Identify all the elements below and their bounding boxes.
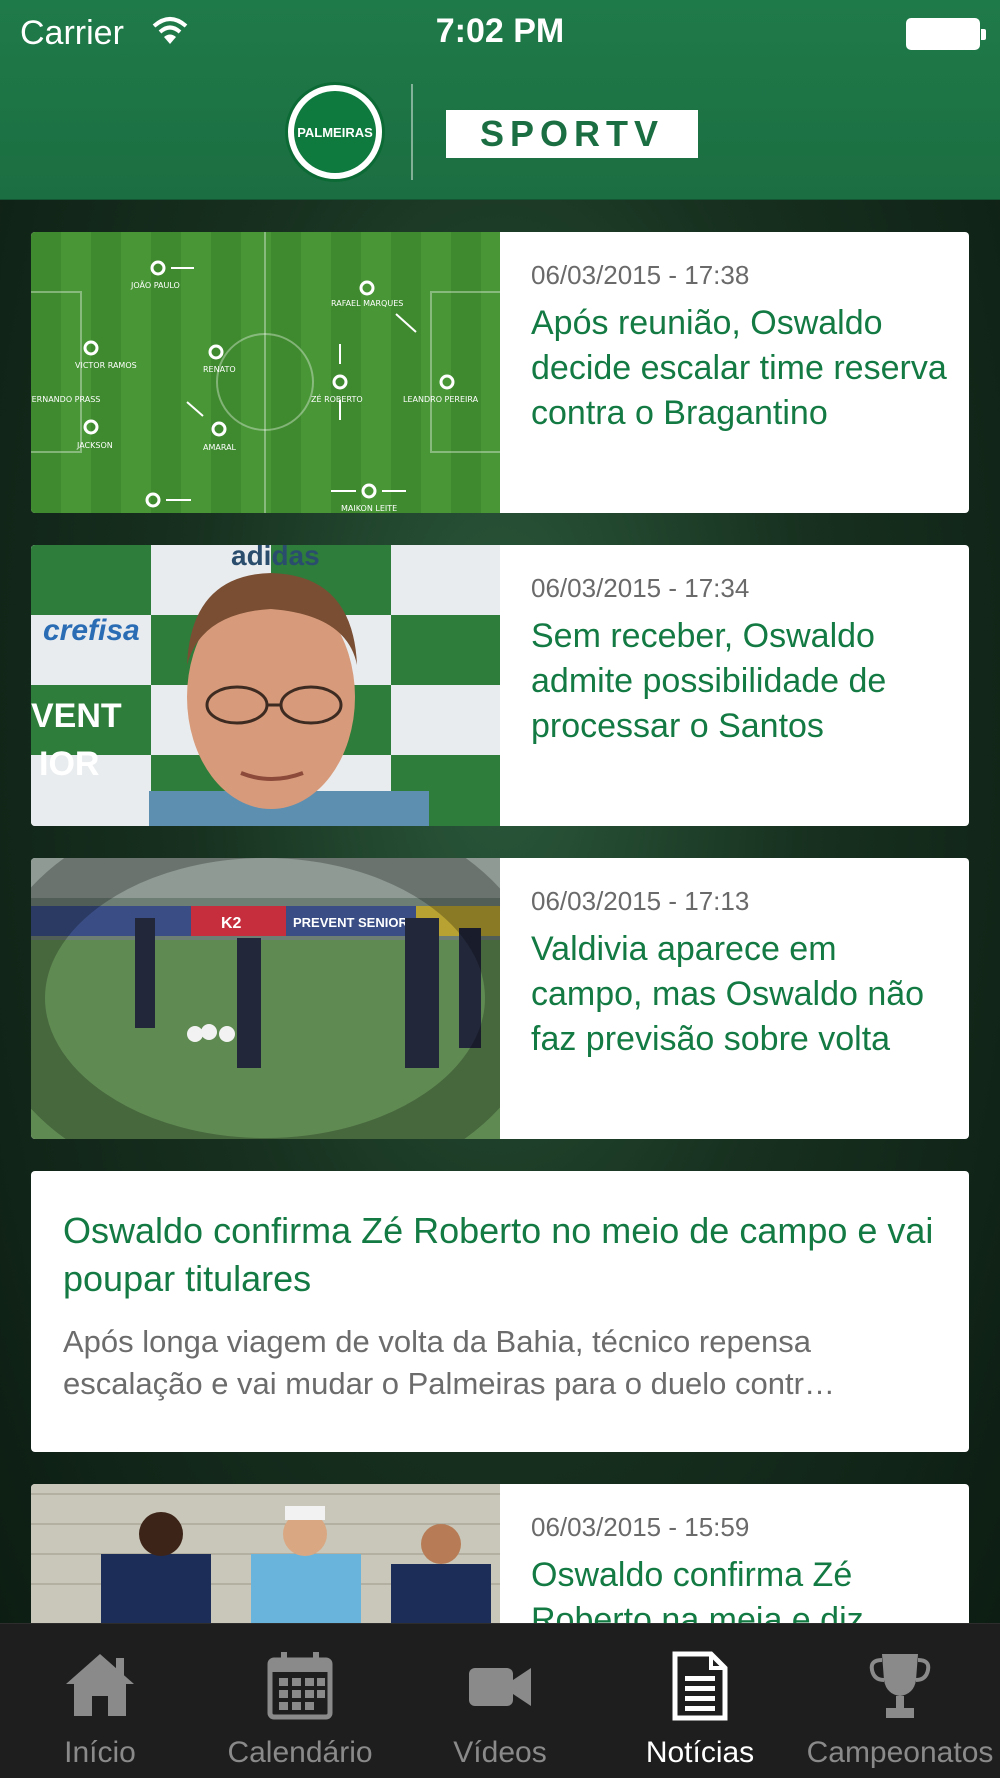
formation-label: ZÉ ROBERTO [311, 393, 363, 404]
news-thumbnail-players [31, 1484, 500, 1623]
news-card[interactable]: 06/03/2015 - 15:59 Oswaldo confirma Zé R… [31, 1484, 969, 1623]
home-icon [62, 1650, 138, 1725]
tab-label: Vídeos [453, 1736, 547, 1769]
formation-label: LEANDRO PEREIRA [403, 395, 479, 404]
news-title[interactable]: Oswaldo confirma Zé Roberto na meia e di… [531, 1553, 951, 1623]
news-card-text-only[interactable]: Oswaldo confirma Zé Roberto no meio de c… [31, 1171, 969, 1452]
news-document-icon [671, 1650, 729, 1727]
news-title[interactable]: Sem receber, Oswaldo admite possibilidad… [531, 614, 951, 749]
tab-videos[interactable]: Vídeos [400, 1624, 600, 1778]
news-card[interactable]: K2 PREVENT SENIOR 06/03/2015 - 17:13 Val… [31, 858, 969, 1139]
formation-label: JOÃO PAULO [130, 280, 180, 290]
formation-label: VICTOR RAMOS [75, 361, 137, 370]
formation-label: MAIKON LEITE [341, 504, 397, 513]
news-summary: Após longa viagem de volta da Bahia, téc… [63, 1324, 835, 1401]
news-card[interactable]: adidas crefisa VENT IOR 06/03/2015 - 17:… [31, 545, 969, 826]
backdrop-text: crefisa [43, 614, 140, 647]
news-date: 06/03/2015 - 17:38 [531, 260, 750, 290]
banner-text: PREVENT SENIOR [293, 915, 408, 930]
formation-label: AMARAL [203, 443, 237, 452]
calendar-icon [267, 1650, 333, 1725]
trophy-icon [868, 1650, 932, 1727]
news-date: 06/03/2015 - 15:59 [531, 1512, 750, 1542]
news-thumbnail-formation: JOÃO PAULO RAFAEL MARQUES VICTOR RAMOS R… [31, 232, 500, 513]
news-title[interactable]: Valdivia aparece em campo, mas Oswaldo n… [531, 927, 951, 1062]
backdrop-text: IOR [39, 745, 99, 783]
tab-label: Campeonatos [806, 1736, 994, 1769]
news-date: 06/03/2015 - 17:34 [531, 573, 750, 603]
tab-calendario[interactable]: Calendário [200, 1624, 400, 1778]
tab-noticias[interactable]: Notícias [600, 1624, 800, 1778]
tab-bar: Início Calendário Vídeos Notícias Campeo… [0, 1623, 1000, 1778]
news-thumbnail-training: K2 PREVENT SENIOR [31, 858, 500, 1139]
tab-label: Notícias [645, 1736, 755, 1769]
banner-text: K2 [221, 915, 242, 932]
tab-campeonatos[interactable]: Campeonatos [800, 1624, 1000, 1778]
backdrop-text: adidas [231, 545, 320, 571]
news-thumbnail-coach-portrait: adidas crefisa VENT IOR [31, 545, 500, 826]
video-camera-icon [467, 1650, 533, 1725]
news-card[interactable]: JOÃO PAULO RAFAEL MARQUES VICTOR RAMOS R… [31, 232, 969, 513]
formation-label: FERNANDO PRASS [31, 395, 100, 404]
formation-label: JACKSON [76, 441, 113, 450]
formation-label: RAFAEL MARQUES [331, 299, 403, 308]
news-title[interactable]: Oswaldo confirma Zé Roberto no meio de c… [63, 1207, 943, 1303]
formation-label: RENATO [203, 365, 236, 374]
tab-label: Início [64, 1736, 136, 1769]
backdrop-text: VENT [31, 697, 122, 735]
tab-label: Calendário [227, 1736, 373, 1769]
news-date: 06/03/2015 - 17:13 [531, 886, 750, 916]
news-title[interactable]: Após reunião, Oswaldo decide escalar tim… [531, 301, 951, 436]
news-scroll-area[interactable]: JOÃO PAULO RAFAEL MARQUES VICTOR RAMOS R… [0, 0, 1000, 1623]
tab-inicio[interactable]: Início [0, 1624, 200, 1778]
